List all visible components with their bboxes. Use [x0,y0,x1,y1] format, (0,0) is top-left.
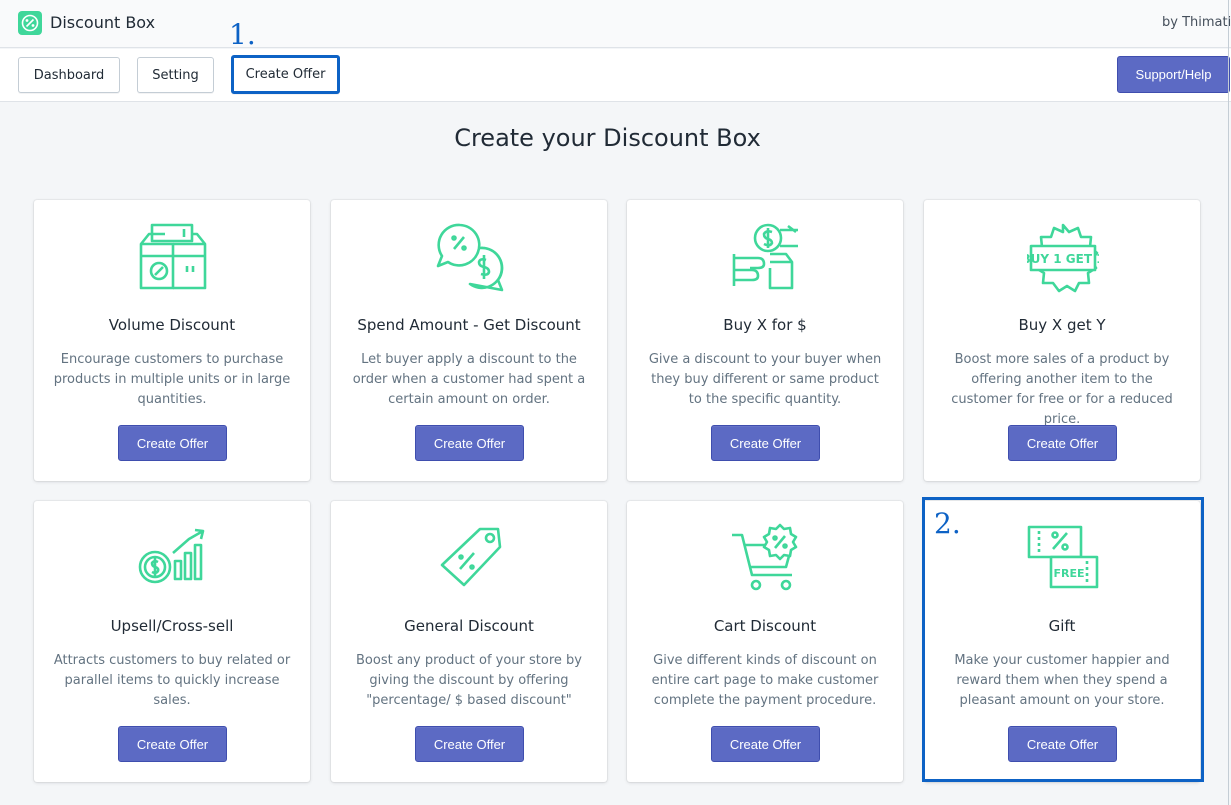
window-edge [1228,0,1229,805]
create-offer-button[interactable]: Create Offer [118,425,227,461]
create-offer-button[interactable]: Create Offer [415,726,524,762]
card-description: Make your customer happier and reward th… [954,653,1170,708]
create-offer-nav-button[interactable]: Create Offer [231,55,340,94]
offer-card-upsell-cross-sell: Upsell/Cross-sell Attracts customers to … [34,501,310,782]
create-offer-button[interactable]: Create Offer [1008,425,1117,461]
price-tag-icon [434,523,506,595]
card-title: Spend Amount - Get Discount [357,316,581,334]
card-title: Volume Discount [108,316,236,334]
card-title: Gift [1048,617,1076,635]
create-offer-button[interactable]: Create Offer [711,425,820,461]
card-title: Buy X get Y [1018,316,1106,334]
free-coupon-icon: FREE [1027,523,1099,595]
support-help-button[interactable]: Support/Help [1117,56,1230,93]
card-title: Buy X for $ [723,316,807,334]
create-offer-button[interactable]: Create Offer [1008,726,1117,762]
step-1-annotation: 1. [229,18,256,51]
card-description: Boost any product of your store by givin… [356,653,582,708]
card-description: Encourage customers to purchase products… [53,352,291,407]
create-offer-button[interactable]: Create Offer [415,425,524,461]
offer-card-cart-discount: Cart Discount Give different kinds of di… [627,501,903,782]
card-description: Give different kinds of discount on enti… [651,653,879,708]
hand-coin-icon [730,222,802,294]
coin-growth-chart-icon [137,523,209,595]
app-developer: by Thimatic [1162,15,1231,30]
dashboard-button[interactable]: Dashboard [18,57,120,93]
card-title: Upsell/Cross-sell [110,617,234,635]
card-description: Boost more sales of a product by offerin… [951,352,1173,427]
offer-card-gift: FREE Gift Make your customer happier and… [924,501,1200,782]
card-title: General Discount [404,617,534,635]
setting-button[interactable]: Setting [137,57,214,93]
app-title: Discount Box [50,13,156,32]
page-title: Create your Discount Box [454,124,761,152]
cart-percent-icon [730,523,802,595]
offer-card-spend-amount: Spend Amount - Get Discount Let buyer ap… [331,200,607,481]
card-description: Attracts customers to buy related or par… [53,653,291,708]
card-description: Give a discount to your buyer when they … [648,352,882,407]
coupon-text: FREE [1053,567,1084,580]
offer-card-buy-x-get-y: BUY 1 GET 1 Buy X get Y Boost more sales… [924,200,1200,481]
percent-badge-icon [18,11,42,35]
offer-card-volume-discount: Volume Discount Encourage customers to p… [34,200,310,481]
nav-bar: Dashboard Setting Create Offer Support/H… [0,49,1231,102]
offer-card-general-discount: General Discount Boost any product of yo… [331,501,607,782]
create-offer-button[interactable]: Create Offer [118,726,227,762]
create-offer-button[interactable]: Create Offer [711,726,820,762]
chat-dollar-icon [434,222,506,294]
card-description: Let buyer apply a discount to the order … [352,352,586,407]
offer-card-buy-x-for-dollar: Buy X for $ Give a discount to your buye… [627,200,903,481]
step-2-annotation: 2. [934,507,961,540]
badge-text: BUY 1 GET 1 [1027,252,1099,266]
card-title: Cart Discount [713,617,817,635]
buy1get1-badge-icon: BUY 1 GET 1 [1021,222,1105,294]
app-header: Discount Box by Thimatic [0,0,1231,48]
box-percent-icon [137,222,209,294]
